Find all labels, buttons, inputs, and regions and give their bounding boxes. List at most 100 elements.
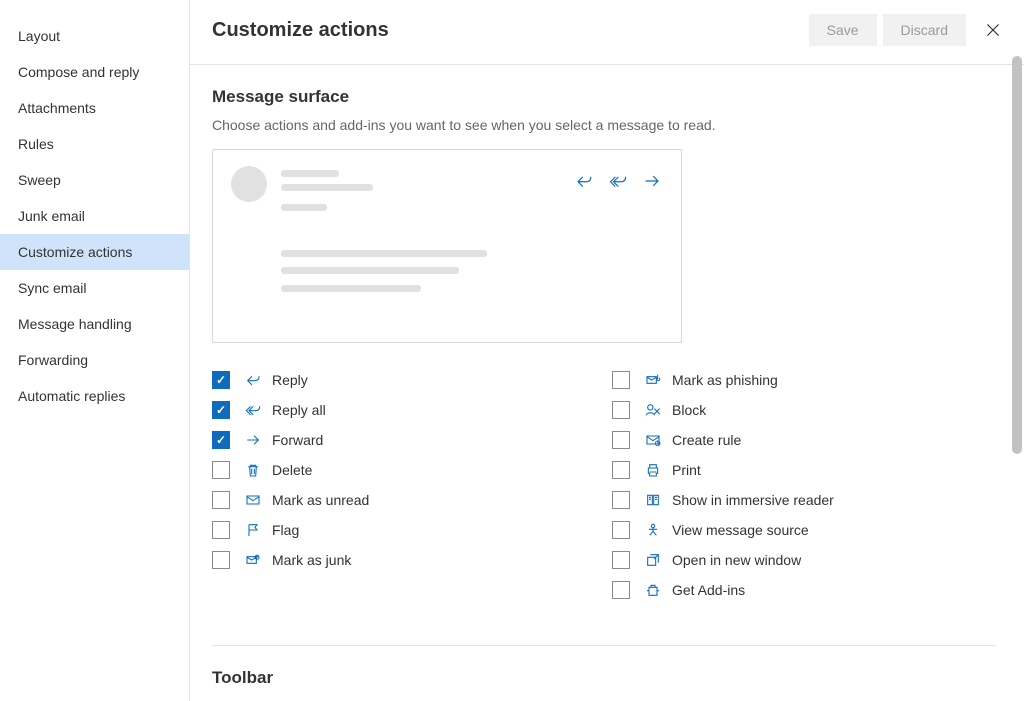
- sidebar-item-sync-email[interactable]: Sync email: [0, 270, 189, 306]
- checkbox-view-message-source[interactable]: [612, 521, 630, 539]
- sidebar-item-attachments[interactable]: Attachments: [0, 90, 189, 126]
- checkbox-print[interactable]: [612, 461, 630, 479]
- action-label: Delete: [272, 462, 312, 478]
- action-label: View message source: [672, 522, 809, 538]
- action-row-reply: Reply: [212, 365, 552, 395]
- phishing-icon: [644, 371, 662, 389]
- message-preview: [212, 149, 682, 343]
- save-button[interactable]: Save: [809, 14, 877, 46]
- checkbox-open-in-new-window[interactable]: [612, 551, 630, 569]
- main-pane: Customize actions Save Discard Message s…: [190, 0, 1024, 701]
- action-label: Get Add-ins: [672, 582, 745, 598]
- checkbox-delete[interactable]: [212, 461, 230, 479]
- action-row-mark-as-junk: Mark as junk: [212, 545, 552, 575]
- checkbox-get-add-ins[interactable]: [612, 581, 630, 599]
- scrollbar[interactable]: [1010, 56, 1024, 701]
- checkbox-show-in-immersive-reader[interactable]: [612, 491, 630, 509]
- section-title-toolbar: Toolbar: [212, 668, 996, 688]
- preview-line: [281, 184, 373, 191]
- replyall-icon: [244, 401, 262, 419]
- checkbox-create-rule[interactable]: [612, 431, 630, 449]
- preview-action-icons: [575, 172, 661, 190]
- addins-icon: [644, 581, 662, 599]
- sidebar-item-junk-email[interactable]: Junk email: [0, 198, 189, 234]
- actions-column-left: Reply Reply all Forward Delete Mark as unrea…: [212, 365, 552, 605]
- action-label: Mark as unread: [272, 492, 369, 508]
- action-row-create-rule: Create rule: [612, 425, 952, 455]
- preview-line: [281, 170, 339, 177]
- rule-icon: [644, 431, 662, 449]
- flag-icon: [244, 521, 262, 539]
- sidebar-item-compose-and-reply[interactable]: Compose and reply: [0, 54, 189, 90]
- sidebar-item-sweep[interactable]: Sweep: [0, 162, 189, 198]
- close-button[interactable]: [984, 21, 1002, 39]
- action-label: Print: [672, 462, 701, 478]
- reply-icon: [244, 371, 262, 389]
- section-divider: [212, 645, 996, 646]
- sidebar-item-automatic-replies[interactable]: Automatic replies: [0, 378, 189, 414]
- sidebar-item-rules[interactable]: Rules: [0, 126, 189, 162]
- action-row-get-add-ins: Get Add-ins: [612, 575, 952, 605]
- preview-line: [281, 204, 327, 211]
- section-desc-message-surface: Choose actions and add-ins you want to s…: [212, 117, 996, 133]
- actions-grid: Reply Reply all Forward Delete Mark as unrea…: [212, 365, 996, 605]
- block-icon: [644, 401, 662, 419]
- action-label: Create rule: [672, 432, 741, 448]
- preview-avatar: [231, 166, 267, 202]
- action-row-mark-as-phishing: Mark as phishing: [612, 365, 952, 395]
- forward-icon: [643, 172, 661, 190]
- action-row-flag: Flag: [212, 515, 552, 545]
- header: Customize actions Save Discard: [190, 0, 1024, 65]
- preview-line: [281, 250, 487, 257]
- delete-icon: [244, 461, 262, 479]
- action-row-forward: Forward: [212, 425, 552, 455]
- settings-sidebar: LayoutCompose and replyAttachmentsRulesS…: [0, 0, 190, 701]
- reply-all-icon: [609, 172, 627, 190]
- action-row-delete: Delete: [212, 455, 552, 485]
- checkbox-mark-as-unread[interactable]: [212, 491, 230, 509]
- action-label: Show in immersive reader: [672, 492, 834, 508]
- settings-panel: LayoutCompose and replyAttachmentsRulesS…: [0, 0, 1024, 701]
- action-row-show-in-immersive-reader: Show in immersive reader: [612, 485, 952, 515]
- source-icon: [644, 521, 662, 539]
- content-area: Message surface Choose actions and add-i…: [190, 65, 1024, 701]
- action-label: Open in new window: [672, 552, 801, 568]
- section-title-message-surface: Message surface: [212, 87, 996, 107]
- sidebar-item-customize-actions[interactable]: Customize actions: [0, 234, 189, 270]
- checkbox-flag[interactable]: [212, 521, 230, 539]
- discard-button[interactable]: Discard: [883, 14, 966, 46]
- preview-line: [281, 285, 421, 292]
- checkbox-reply-all[interactable]: [212, 401, 230, 419]
- action-row-view-message-source: View message source: [612, 515, 952, 545]
- sidebar-item-layout[interactable]: Layout: [0, 18, 189, 54]
- checkbox-reply[interactable]: [212, 371, 230, 389]
- reader-icon: [644, 491, 662, 509]
- page-title: Customize actions: [212, 19, 803, 42]
- window-icon: [644, 551, 662, 569]
- checkbox-block[interactable]: [612, 401, 630, 419]
- action-label: Block: [672, 402, 706, 418]
- action-label: Forward: [272, 432, 323, 448]
- sidebar-item-message-handling[interactable]: Message handling: [0, 306, 189, 342]
- close-icon: [984, 21, 1002, 39]
- scrollbar-thumb[interactable]: [1012, 56, 1022, 454]
- action-label: Flag: [272, 522, 299, 538]
- action-label: Reply: [272, 372, 308, 388]
- sidebar-item-forwarding[interactable]: Forwarding: [0, 342, 189, 378]
- print-icon: [644, 461, 662, 479]
- action-label: Mark as phishing: [672, 372, 778, 388]
- unread-icon: [244, 491, 262, 509]
- action-row-open-in-new-window: Open in new window: [612, 545, 952, 575]
- preview-line: [281, 267, 459, 274]
- action-row-block: Block: [612, 395, 952, 425]
- action-row-print: Print: [612, 455, 952, 485]
- actions-column-right: Mark as phishing Block Create rule Print Sho…: [612, 365, 952, 605]
- checkbox-mark-as-phishing[interactable]: [612, 371, 630, 389]
- action-label: Reply all: [272, 402, 326, 418]
- action-label: Mark as junk: [272, 552, 351, 568]
- checkbox-mark-as-junk[interactable]: [212, 551, 230, 569]
- checkbox-forward[interactable]: [212, 431, 230, 449]
- reply-icon: [575, 172, 593, 190]
- junk-icon: [244, 551, 262, 569]
- action-row-reply-all: Reply all: [212, 395, 552, 425]
